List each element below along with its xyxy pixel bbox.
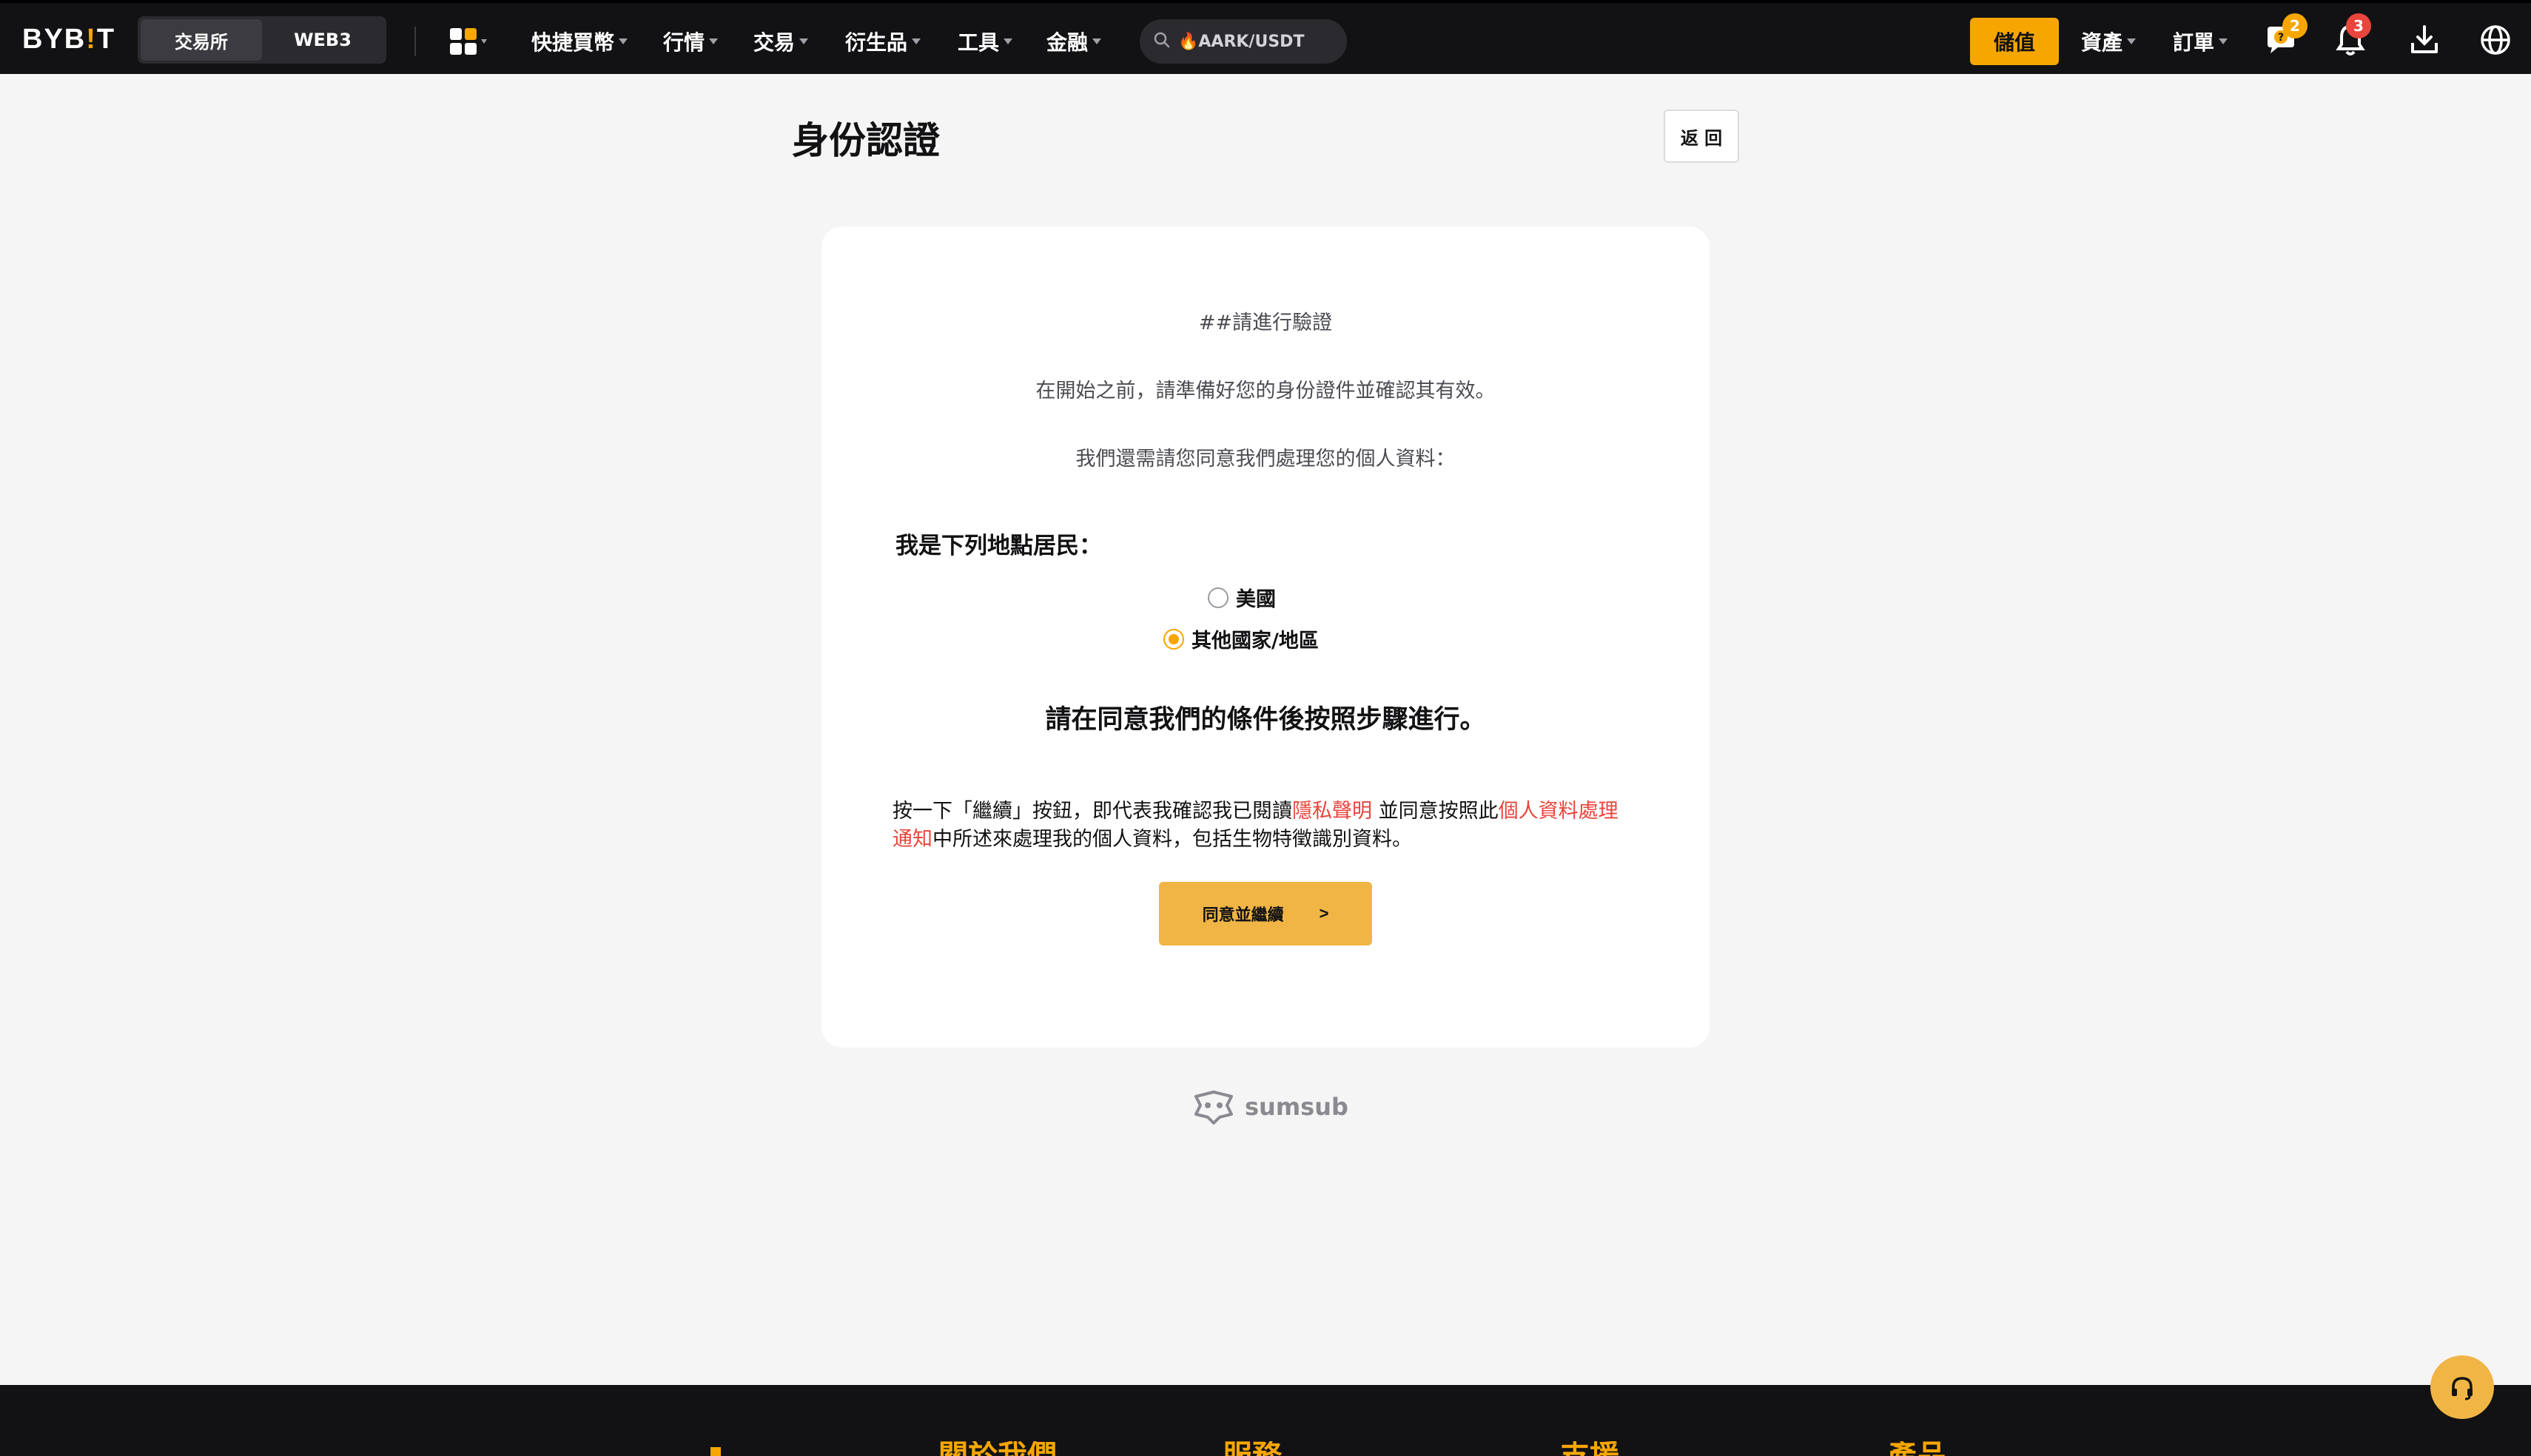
chevron-right-icon: > — [1319, 904, 1329, 923]
footer-heading-services: 服務 — [1223, 1441, 1282, 1456]
globe-language-icon[interactable] — [2478, 22, 2513, 58]
privacy-statement-link[interactable]: 隱私聲明 — [1292, 800, 1372, 823]
sumsub-logo: sumsub — [1190, 1089, 1348, 1125]
help-chat-icon[interactable]: ? 2 — [2263, 13, 2308, 58]
back-button[interactable]: 返 回 — [1664, 109, 1739, 163]
sumsub-wordmark: sumsub — [1245, 1093, 1348, 1121]
notification-bell-icon[interactable]: 3 — [2333, 13, 2371, 58]
help-badge: 2 — [2282, 13, 2308, 38]
caret-down-icon — [1092, 38, 1102, 44]
radio-unchecked-icon[interactable] — [1208, 587, 1228, 608]
svg-text:?: ? — [2278, 32, 2284, 44]
footer: 關於我們 服務 支援 產品 — [0, 1385, 2531, 1456]
button-label: 同意並繼續 — [1202, 906, 1284, 924]
bybit-logo[interactable]: BYB!T — [22, 24, 115, 55]
nav-derivatives[interactable]: 衍生品 — [845, 27, 921, 56]
tab-web3[interactable]: WEB3 — [262, 19, 383, 61]
prepare-id-text: 在開始之前，請準備好您的身份證件並確認其有效。 — [1035, 380, 1496, 402]
nav-label: 衍生品 — [845, 30, 908, 55]
nav-label: 金融 — [1046, 30, 1089, 55]
apps-grid-icon[interactable] — [448, 27, 490, 56]
nav-label: 訂單 — [2173, 30, 2215, 55]
caret-down-icon — [912, 38, 921, 44]
verification-heading: ##請進行驗證 — [1198, 311, 1333, 334]
nav-trade[interactable]: 交易 — [753, 27, 809, 56]
radio-option-other-region[interactable]: 其他國家/地區 — [1163, 624, 1319, 653]
caret-down-icon — [799, 38, 809, 44]
tab-exchange[interactable]: 交易所 — [141, 19, 262, 61]
consent-text: 中所述來處理我的個人資料，包括生物特徵識別資料。 — [932, 828, 1412, 851]
nav-label: 工具 — [958, 30, 1000, 55]
caret-down-icon — [2219, 38, 2228, 44]
radio-label: 其他國家/地區 — [1191, 630, 1319, 653]
consent-text: 按一下「繼續」按鈕，即代表我確認我已閱讀 — [893, 800, 1292, 823]
download-icon[interactable] — [2407, 22, 2442, 58]
caret-down-icon — [619, 38, 628, 44]
nav-assets[interactable]: 資產 — [2081, 27, 2137, 56]
search-input[interactable]: 🔥AARK/USDT — [1140, 19, 1347, 64]
agree-and-continue-button[interactable]: 同意並繼續 > — [1159, 882, 1372, 946]
nav-label: 快捷買幣 — [531, 30, 615, 55]
consent-paragraph: 按一下「繼續」按鈕，即代表我確認我已閱讀隱私聲明 並同意按照此個人資料處理通知中… — [893, 798, 1633, 854]
page-title: 身份認證 — [792, 119, 940, 162]
instruction-text: 請在同意我們的條件後按照步驟進行。 — [1045, 705, 1486, 735]
deposit-button[interactable]: 儲值 — [1970, 18, 2059, 65]
caret-down-icon — [709, 38, 719, 44]
nav-label: 行情 — [663, 30, 705, 55]
search-placeholder: 🔥AARK/USDT — [1178, 32, 1305, 51]
nav-label: 資產 — [2081, 30, 2123, 55]
caret-down-icon — [2127, 38, 2137, 44]
resident-label: 我是下列地點居民： — [895, 533, 1102, 559]
caret-down-icon — [1004, 38, 1013, 44]
nav-finance[interactable]: 金融 — [1046, 27, 1102, 56]
nav-markets[interactable]: 行情 — [663, 27, 719, 56]
footer-heading-support: 支援 — [1560, 1441, 1619, 1456]
verification-card: ##請進行驗證 在開始之前，請準備好您的身份證件並確認其有效。 我們還需請您同意… — [821, 226, 1710, 1048]
nav-label: 交易 — [753, 30, 796, 55]
nav-tools[interactable]: 工具 — [958, 27, 1013, 56]
footer-logo-mark — [710, 1447, 721, 1456]
headset-icon — [2452, 1377, 2473, 1401]
consent-text: 並同意按照此 — [1372, 800, 1499, 823]
footer-heading-products: 產品 — [1887, 1441, 1946, 1456]
notification-badge: 3 — [2346, 13, 2371, 38]
footer-heading-about: 關於我們 — [938, 1441, 1057, 1456]
platform-switch: 交易所 WEB3 — [138, 16, 386, 64]
divider — [414, 27, 416, 56]
search-icon — [1153, 31, 1171, 52]
radio-label: 美國 — [1236, 588, 1276, 611]
radio-checked-icon[interactable] — [1163, 628, 1184, 650]
consent-request-text: 我們還需請您同意我們處理您的個人資料： — [1075, 448, 1456, 471]
nav-orders[interactable]: 訂單 — [2173, 27, 2228, 56]
customer-support-button[interactable] — [2430, 1355, 2494, 1419]
nav-quick-buy[interactable]: 快捷買幣 — [531, 27, 628, 56]
top-navigation-bar: BYB!T 交易所 WEB3 快捷買幣 行情 交易 衍生品 工具 金融 🔥AAR… — [0, 0, 2531, 74]
sumsub-mark-icon — [1194, 1091, 1233, 1125]
radio-option-usa[interactable]: 美國 — [1208, 583, 1276, 612]
